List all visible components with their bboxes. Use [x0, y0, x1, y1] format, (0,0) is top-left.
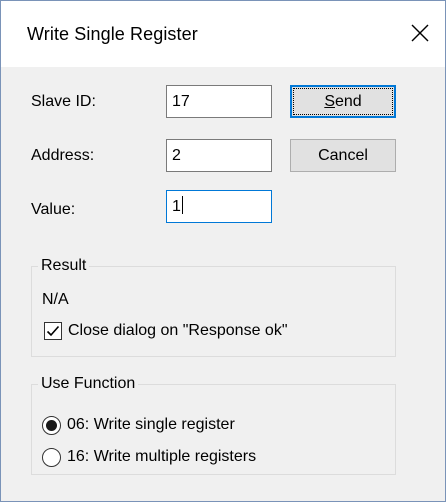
address-label: Address: — [31, 147, 95, 164]
use-function-group: Use Function 06: Write single register 1… — [31, 375, 396, 475]
write-single-register-dialog: Write Single Register Slave ID: 17 Addre… — [0, 0, 446, 502]
result-text: N/A — [42, 291, 69, 308]
slave-id-value: 17 — [172, 93, 190, 110]
radio-16-write-multiple[interactable] — [42, 448, 61, 467]
text-caret — [181, 196, 183, 214]
close-on-response-label[interactable]: Close dialog on "Response ok" — [68, 322, 288, 340]
cancel-label: Cancel — [318, 147, 368, 164]
checkmark-icon — [46, 325, 60, 337]
slave-id-label: Slave ID: — [31, 93, 96, 110]
radio-selected-dot — [46, 420, 57, 431]
value-label: Value: — [31, 201, 76, 218]
address-input[interactable]: 2 — [166, 139, 272, 172]
result-group-title: Result — [38, 257, 90, 275]
title-bar: Write Single Register — [1, 1, 445, 67]
radio-16-label[interactable]: 16: Write multiple registers — [67, 448, 256, 466]
address-value: 2 — [172, 147, 181, 164]
window-title: Write Single Register — [27, 24, 198, 44]
use-function-group-title: Use Function — [38, 375, 139, 393]
cancel-button[interactable]: Cancel — [290, 139, 396, 172]
value-value: 1 — [172, 198, 181, 215]
close-icon — [411, 24, 429, 42]
close-button[interactable] — [405, 18, 435, 48]
send-button[interactable]: Send — [290, 85, 396, 118]
result-group: Result N/A Close dialog on "Response ok" — [31, 257, 396, 357]
slave-id-input[interactable]: 17 — [166, 85, 272, 118]
value-input[interactable]: 1 — [166, 190, 272, 223]
radio-06-label[interactable]: 06: Write single register — [67, 416, 235, 434]
focus-rectangle — [293, 88, 393, 115]
radio-06-write-single[interactable] — [42, 416, 61, 435]
close-on-response-checkbox[interactable] — [44, 322, 62, 340]
